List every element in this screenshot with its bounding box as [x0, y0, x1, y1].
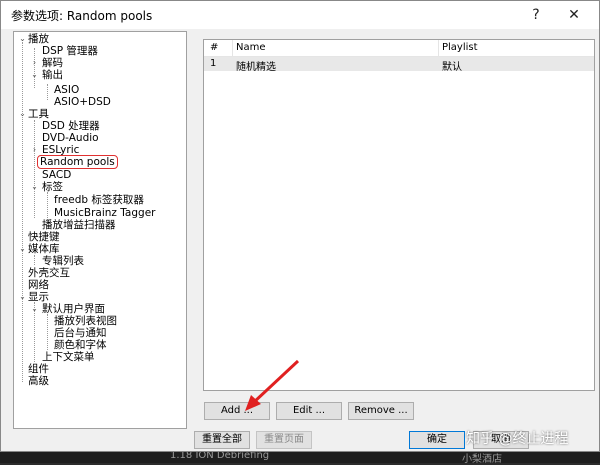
tree-item-asio-dsd[interactable]: ASIO+DSD: [54, 96, 111, 108]
tree-item-networking[interactable]: 网络: [28, 279, 49, 291]
row-name: 随机精选: [236, 62, 276, 73]
tree-item-dsp-manager[interactable]: DSP 管理器: [42, 45, 98, 57]
tree-item-display[interactable]: 显示: [28, 291, 49, 303]
tree-guide-line: [47, 192, 48, 220]
title-bar: 参数选项: Random pools ? ✕: [1, 1, 599, 29]
column-header-playlist[interactable]: Playlist: [442, 42, 478, 53]
list-item[interactable]: 1 随机精选 默认: [204, 57, 594, 73]
tree-item-shell-integration[interactable]: 外壳交互: [28, 267, 70, 279]
tree-item-sacd[interactable]: SACD: [42, 169, 71, 181]
tree-item-dsd-processor[interactable]: DSD 处理器: [42, 120, 100, 132]
reset-page-button[interactable]: 重置页面: [256, 431, 312, 449]
collapse-icon[interactable]: ⌄: [30, 181, 39, 193]
list-header: # Name Playlist: [204, 40, 594, 57]
collapse-icon[interactable]: ⌄: [30, 69, 39, 81]
tree-item-output[interactable]: 输出: [42, 69, 63, 81]
annotation-arrow-icon: [245, 359, 300, 411]
tree-item-replaygain-scanner[interactable]: 播放增益扫描器: [42, 219, 116, 231]
tree-item-colors-fonts[interactable]: 颜色和字体: [54, 339, 107, 351]
collapse-icon[interactable]: ⌄: [30, 303, 39, 315]
ok-button[interactable]: 确定: [409, 431, 465, 449]
tree-item-decoding[interactable]: 解码: [42, 57, 63, 69]
expand-icon[interactable]: ›: [30, 144, 39, 156]
tree-item-tools[interactable]: 工具: [28, 108, 49, 120]
tree-guide-line: [47, 84, 48, 100]
column-divider[interactable]: [438, 40, 439, 56]
column-header-name[interactable]: Name: [236, 42, 266, 53]
tree-guide-line: [34, 255, 35, 265]
tree-item-playback[interactable]: 播放: [28, 33, 49, 45]
tree-item-playlist-view[interactable]: 播放列表视图: [54, 315, 117, 327]
collapse-icon[interactable]: ⌄: [18, 108, 27, 120]
row-playlist: 默认: [442, 62, 462, 73]
tree-item-eslyric[interactable]: ESLyric: [42, 144, 79, 156]
column-header-number[interactable]: #: [210, 42, 218, 53]
tree-item-components[interactable]: 组件: [28, 363, 49, 375]
preferences-dialog: 参数选项: Random pools ? ✕ ⌄ 播放 DSP 管理器 › 解码…: [0, 0, 600, 452]
tree-item-asio[interactable]: ASIO: [54, 84, 79, 96]
expand-icon[interactable]: ›: [30, 57, 39, 69]
tree-item-default-ui[interactable]: 默认用户界面: [42, 303, 105, 315]
help-button[interactable]: ?: [521, 4, 551, 26]
tree-item-random-pools[interactable]: Random pools: [37, 155, 118, 169]
tree-item-context-menu[interactable]: 上下文菜单: [42, 351, 95, 363]
tree-guide-line: [34, 120, 35, 218]
row-number: 1: [210, 58, 217, 69]
tree-guide-line: [22, 42, 23, 382]
tree-item-dvd-audio[interactable]: DVD-Audio: [42, 132, 99, 144]
tree-item-keyboard-shortcuts[interactable]: 快捷键: [28, 231, 60, 243]
tree-item-background-notifications[interactable]: 后台与通知: [54, 327, 107, 339]
tree-item-advanced[interactable]: 高级: [28, 375, 49, 387]
column-divider[interactable]: [232, 40, 233, 56]
window-title: 参数选项: Random pools: [11, 9, 153, 23]
collapse-icon[interactable]: ⌄: [18, 291, 27, 303]
tree-guide-line: [47, 314, 48, 350]
collapse-icon[interactable]: ⌄: [18, 33, 27, 45]
watermark: 知乎 @终止进程: [466, 431, 569, 447]
remove-button[interactable]: Remove ...: [348, 402, 414, 420]
close-button[interactable]: ✕: [559, 4, 589, 26]
tree-item-musicbrainz-tagger[interactable]: MusicBrainz Tagger: [54, 207, 155, 219]
reset-all-button[interactable]: 重置全部: [194, 431, 250, 449]
random-pools-list[interactable]: # Name Playlist 1 随机精选 默认: [203, 39, 595, 391]
tree-item-freedb-tagger[interactable]: freedb 标签获取器: [54, 194, 144, 206]
tree-item-tagging[interactable]: 标签: [42, 181, 63, 193]
collapse-icon[interactable]: ⌄: [18, 243, 27, 255]
tree-item-album-list[interactable]: 专辑列表: [42, 255, 84, 267]
tree-item-media-library[interactable]: 媒体库: [28, 243, 60, 255]
preferences-tree[interactable]: ⌄ 播放 DSP 管理器 › 解码 ⌄ 输出 ASIO ASIO+DSD ⌄ 工…: [13, 31, 187, 429]
